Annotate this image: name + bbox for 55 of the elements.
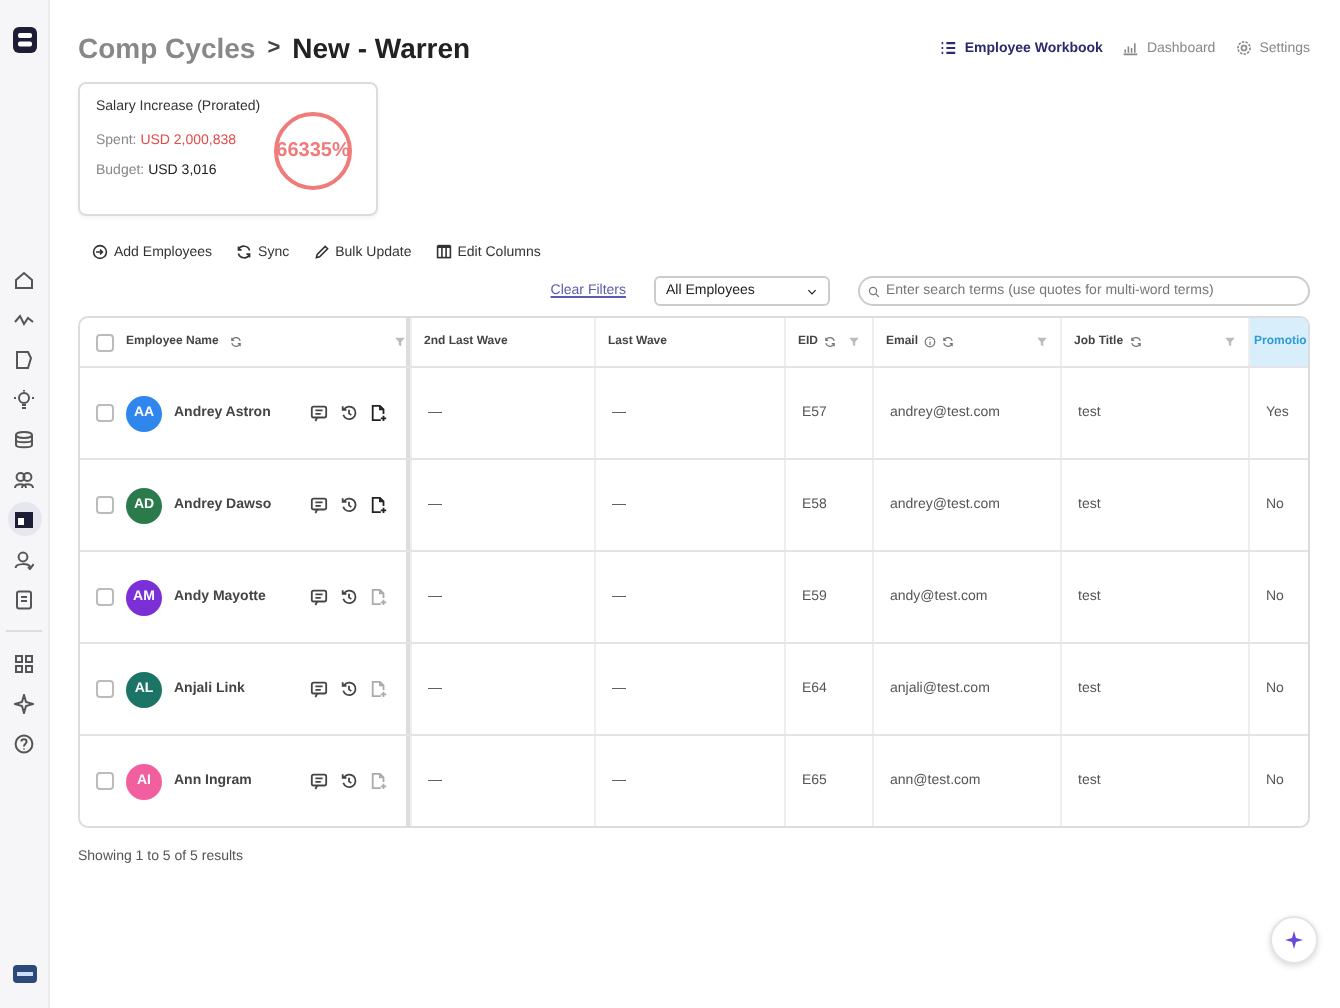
- history-icon: [340, 772, 358, 790]
- grid-icon: [14, 653, 34, 673]
- checkbox[interactable]: [96, 588, 114, 606]
- sync-icon: [942, 336, 955, 348]
- database-icon: [14, 429, 34, 449]
- checkbox[interactable]: [96, 333, 114, 351]
- pencil-icon: [313, 244, 330, 260]
- keyboard-icon: [11, 964, 37, 984]
- tag-icon: [14, 349, 34, 369]
- chevron-down-icon: [806, 285, 818, 297]
- clipboard-icon: [14, 589, 34, 609]
- comment-icon: [310, 588, 328, 606]
- sync-icon: [236, 244, 253, 260]
- layout-icon: [14, 509, 34, 529]
- checkbox[interactable]: [96, 496, 114, 514]
- history-icon: [340, 496, 358, 514]
- activity-icon: [14, 309, 34, 329]
- sync-icon: [1129, 336, 1142, 348]
- filter-icon: [1036, 336, 1048, 348]
- enter-icon: [92, 244, 108, 260]
- list-icon: [940, 40, 957, 56]
- settings-icon: [1235, 40, 1252, 56]
- columns-icon: [435, 244, 452, 260]
- sparkle-icon: [1284, 930, 1304, 950]
- comment-icon: [310, 680, 328, 698]
- history-icon: [340, 404, 358, 422]
- history-icon: [340, 588, 358, 606]
- sync-icon: [824, 336, 837, 348]
- checkbox[interactable]: [96, 680, 114, 698]
- comment-icon: [310, 496, 328, 514]
- people-icon: [14, 469, 34, 489]
- percent-value: 66335%: [276, 140, 350, 162]
- sidebar-item[interactable]: [7, 502, 41, 536]
- lightbulb-icon: [14, 389, 34, 409]
- help-icon: [14, 733, 34, 753]
- history-icon: [340, 680, 358, 698]
- checkbox[interactable]: [96, 772, 114, 790]
- sparkle-icon: [14, 693, 34, 713]
- comment-icon: [310, 772, 328, 790]
- breadcrumb-link[interactable]: Comp Cycles: [78, 32, 256, 64]
- logo-icon: [11, 26, 37, 54]
- filter-icon: [394, 336, 406, 348]
- page-title: New - Warren: [292, 32, 471, 64]
- bar-chart-icon: [1122, 40, 1139, 56]
- filter-icon: [1224, 336, 1236, 348]
- filter-icon: [848, 336, 861, 348]
- assistant-button[interactable]: [1270, 916, 1318, 964]
- user-check-icon: [14, 549, 34, 569]
- sync-icon: [230, 336, 243, 348]
- comment-icon: [310, 404, 328, 422]
- search-icon: [868, 285, 880, 297]
- home-icon: [14, 269, 34, 289]
- breadcrumb-separator: >: [267, 36, 281, 60]
- checkbox[interactable]: [96, 404, 114, 422]
- info-icon: [924, 336, 937, 348]
